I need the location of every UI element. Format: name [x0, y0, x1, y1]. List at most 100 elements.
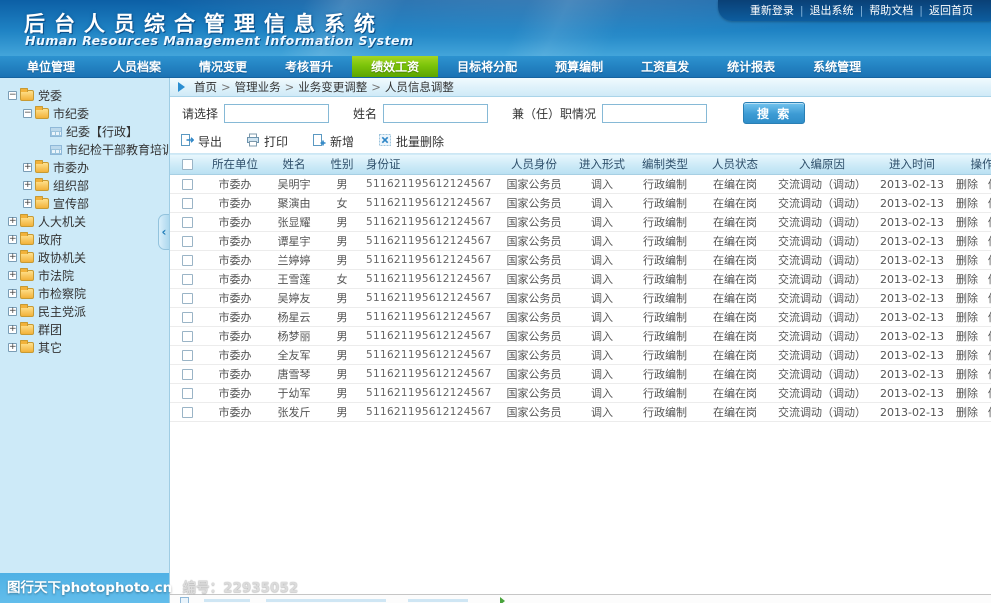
delete-link[interactable]: 删除	[956, 349, 978, 362]
expand-toggle-icon[interactable]: +	[23, 163, 32, 172]
sidebar-collapse-button[interactable]: ‹	[158, 214, 169, 250]
row-checkbox[interactable]	[182, 198, 193, 209]
nav-item-9[interactable]: 系统管理	[794, 56, 880, 77]
cell-gender: 女	[322, 194, 362, 213]
delete-link[interactable]: 删除	[956, 273, 978, 286]
nav-item-5[interactable]: 目标将分配	[438, 56, 536, 77]
nav-item-2[interactable]: 情况变更	[180, 56, 266, 77]
nav-item-1[interactable]: 人员档案	[94, 56, 180, 77]
row-checkbox[interactable]	[182, 331, 193, 342]
header-link-0[interactable]: 重新登录	[750, 4, 794, 17]
column-header-4[interactable]: 人员身份	[494, 154, 574, 175]
expand-toggle-icon[interactable]: +	[8, 271, 17, 280]
expand-toggle-icon[interactable]: +	[8, 253, 17, 262]
header-link-1[interactable]: 退出系统	[810, 4, 854, 17]
delete-link[interactable]: 删除	[956, 387, 978, 400]
column-header-10[interactable]: 操作	[950, 154, 991, 175]
select-filter-input[interactable]	[224, 104, 329, 123]
row-checkbox[interactable]	[182, 388, 193, 399]
column-header-2[interactable]: 性别	[322, 154, 362, 175]
tree-item-2[interactable]: 纪委【行政】	[0, 123, 169, 140]
expand-toggle-icon[interactable]: +	[8, 343, 17, 352]
tree-item-11[interactable]: +市检察院	[0, 285, 169, 302]
page-subtitle: Human Resources Management Information S…	[25, 33, 414, 48]
column-header-5[interactable]: 进入形式	[574, 154, 630, 175]
row-select-cell	[170, 289, 204, 308]
nav-item-0[interactable]: 单位管理	[8, 56, 94, 77]
print-button[interactable]: 打印	[246, 133, 288, 150]
breadcrumb-item-0[interactable]: 首页	[194, 80, 217, 94]
delete-link[interactable]: 删除	[956, 406, 978, 419]
select-all-checkbox[interactable]	[182, 159, 193, 170]
expand-toggle-icon[interactable]: +	[8, 235, 17, 244]
row-checkbox[interactable]	[182, 407, 193, 418]
tree-item-3[interactable]: 市纪检干部教育培训中心	[0, 141, 169, 158]
tree-item-13[interactable]: +群团	[0, 321, 169, 338]
column-header-6[interactable]: 编制类型	[630, 154, 700, 175]
delete-link[interactable]: 删除	[956, 254, 978, 267]
nav-item-6[interactable]: 预算编制	[536, 56, 622, 77]
tree-item-8[interactable]: +政府	[0, 231, 169, 248]
pagination-checkbox[interactable]	[180, 597, 189, 603]
name-filter-input[interactable]	[383, 104, 488, 123]
delete-link[interactable]: 删除	[956, 292, 978, 305]
delete-link[interactable]: 删除	[956, 178, 978, 191]
tree-item-10[interactable]: +市法院	[0, 267, 169, 284]
expand-toggle-icon[interactable]: +	[23, 181, 32, 190]
tree-item-14[interactable]: +其它	[0, 339, 169, 356]
header-link-3[interactable]: 返回首页	[929, 4, 973, 17]
column-header-8[interactable]: 入编原因	[770, 154, 874, 175]
tree-item-0[interactable]: −党委	[0, 87, 169, 104]
delete-link[interactable]: 删除	[956, 197, 978, 210]
delete-link[interactable]: 删除	[956, 368, 978, 381]
tree-item-12[interactable]: +民主党派	[0, 303, 169, 320]
add-button[interactable]: 新增	[312, 133, 354, 150]
collapse-toggle-icon[interactable]: −	[23, 109, 32, 118]
row-checkbox[interactable]	[182, 179, 193, 190]
expand-toggle-icon[interactable]: +	[8, 325, 17, 334]
delete-link[interactable]: 删除	[956, 235, 978, 248]
duty-filter-input[interactable]	[602, 104, 707, 123]
tree-item-4[interactable]: +市委办	[0, 159, 169, 176]
nav-item-7[interactable]: 工资直发	[622, 56, 708, 77]
tree-item-5[interactable]: +组织部	[0, 177, 169, 194]
search-button[interactable]: 搜 索	[743, 102, 805, 124]
delete-link[interactable]: 删除	[956, 216, 978, 229]
tree-item-6[interactable]: +宣传部	[0, 195, 169, 212]
row-checkbox[interactable]	[182, 293, 193, 304]
cell-date: 2013-02-13	[874, 327, 950, 346]
row-checkbox[interactable]	[182, 217, 193, 228]
breadcrumb-item-3[interactable]: 人员信息调整	[385, 80, 454, 94]
column-header-0[interactable]: 所在单位	[204, 154, 266, 175]
row-checkbox[interactable]	[182, 312, 193, 323]
expand-toggle-icon[interactable]: +	[8, 307, 17, 316]
export-button[interactable]: 导出	[180, 133, 222, 150]
batch-delete-button[interactable]: 批量删除	[378, 133, 444, 150]
column-header-1[interactable]: 姓名	[266, 154, 322, 175]
row-checkbox[interactable]	[182, 350, 193, 361]
column-header-3[interactable]: 身份证	[362, 154, 494, 175]
expand-toggle-icon[interactable]: +	[8, 217, 17, 226]
row-checkbox[interactable]	[182, 369, 193, 380]
nav-item-8[interactable]: 统计报表	[708, 56, 794, 77]
expand-toggle-icon[interactable]: +	[23, 199, 32, 208]
nav-item-3[interactable]: 考核晋升	[266, 56, 352, 77]
column-header-9[interactable]: 进入时间	[874, 154, 950, 175]
cell-estab: 行政编制	[630, 251, 700, 270]
delete-link[interactable]: 删除	[956, 330, 978, 343]
header-link-2[interactable]: 帮助文档	[869, 4, 913, 17]
delete-link[interactable]: 删除	[956, 311, 978, 324]
row-checkbox[interactable]	[182, 274, 193, 285]
breadcrumb-item-2[interactable]: 业务变更调整	[298, 80, 367, 94]
tree-item-7[interactable]: +人大机关	[0, 213, 169, 230]
pagination-go-icon[interactable]	[500, 597, 505, 603]
tree-item-1[interactable]: −市纪委	[0, 105, 169, 122]
row-checkbox[interactable]	[182, 236, 193, 247]
collapse-toggle-icon[interactable]: −	[8, 91, 17, 100]
column-header-7[interactable]: 人员状态	[700, 154, 770, 175]
nav-item-4[interactable]: 绩效工资	[352, 56, 438, 77]
tree-item-9[interactable]: +政协机关	[0, 249, 169, 266]
row-checkbox[interactable]	[182, 255, 193, 266]
breadcrumb-item-1[interactable]: 管理业务	[235, 80, 281, 94]
expand-toggle-icon[interactable]: +	[8, 289, 17, 298]
